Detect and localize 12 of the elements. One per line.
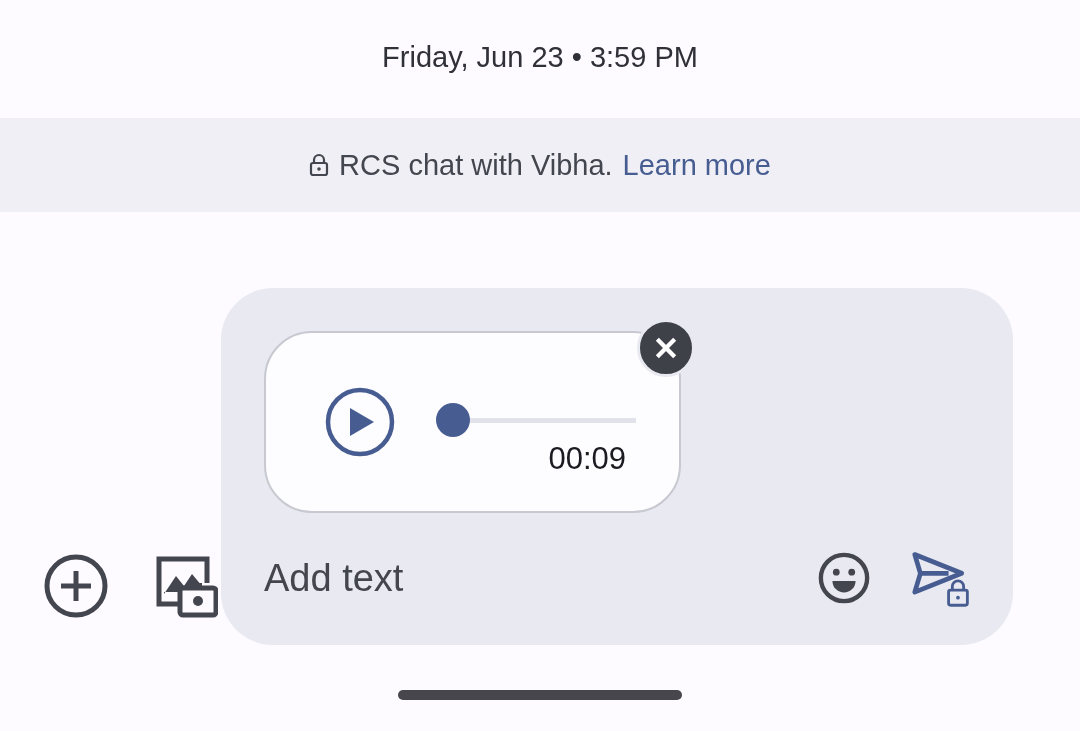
banner-text: RCS chat with Vibha. <box>339 148 613 182</box>
play-icon[interactable] <box>324 386 396 458</box>
emoji-icon[interactable] <box>817 551 871 605</box>
seek-handle[interactable] <box>436 403 470 437</box>
gallery-camera-icon[interactable] <box>154 554 218 618</box>
timestamp: Friday, Jun 23 • 3:59 PM <box>381 39 699 75</box>
learn-more-link[interactable]: Learn more <box>622 148 771 182</box>
message-input[interactable]: Add text <box>264 556 777 600</box>
add-icon[interactable] <box>44 554 108 618</box>
lock-icon <box>309 153 330 177</box>
close-icon <box>653 335 679 361</box>
audio-duration: 00:09 <box>548 441 626 477</box>
